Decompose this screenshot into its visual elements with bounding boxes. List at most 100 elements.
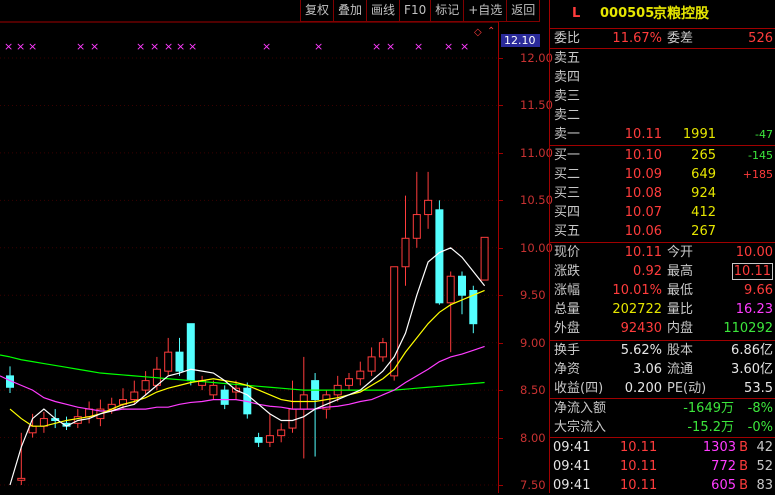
kline-svg[interactable]: × × × × × × × × × × × × × × × × × — [0, 0, 498, 493]
toolbar-button-5[interactable]: +自选 — [463, 0, 508, 22]
candle-body — [424, 199, 433, 216]
candle-body — [480, 236, 489, 281]
quote-row: 涨幅 10.01% 最低 9.66 — [550, 281, 775, 300]
toolbar-button-3[interactable]: F10 — [399, 0, 432, 22]
sell-change: -47 — [755, 128, 773, 141]
buy-change: +185 — [742, 168, 773, 181]
finance-value-2: 53.5 — [744, 381, 773, 396]
toolbar-button-1[interactable]: 叠加 — [333, 0, 368, 22]
up-arrow-icon[interactable]: ⌃ — [487, 26, 495, 37]
quote-value-2: 10.11 — [731, 263, 773, 280]
candle-body — [164, 351, 173, 372]
price-tick: 8.50 — [520, 383, 546, 398]
sell-row: 卖四 — [550, 68, 775, 87]
quote-label: 总量 — [554, 302, 581, 317]
toolbar-button-2[interactable]: 画线 — [366, 0, 401, 22]
tick-time: 09:41 — [553, 459, 591, 474]
quote-value: 10.01% — [612, 283, 662, 298]
finance-value: 5.62% — [620, 343, 662, 358]
candle-body — [277, 429, 286, 437]
finance-label-2: 流通 — [667, 362, 694, 377]
candle-body — [265, 435, 274, 443]
quote-label-2: 最低 — [667, 283, 694, 298]
quote-label-2: 今开 — [667, 245, 694, 260]
candle-body — [288, 408, 297, 429]
event-marker-icon: × — [164, 40, 173, 53]
quote-value-2: 10.00 — [735, 245, 773, 260]
finance-label-2: PE(动) — [667, 381, 707, 396]
quote-label: 现价 — [554, 245, 581, 260]
flow-label: 净流入额 — [554, 401, 607, 416]
quote-row: 涨跌 0.92 最高 10.11 — [550, 262, 775, 281]
price-tick: 12.00 — [520, 51, 553, 65]
toolbar-button-6[interactable]: 返回 — [506, 0, 541, 22]
quote-value: 202722 — [612, 302, 662, 317]
buy-volume: 649 — [691, 167, 716, 182]
tick-flag: B — [739, 440, 748, 455]
flow-percent: -8% — [747, 401, 773, 416]
event-marker-icon: × — [136, 40, 145, 53]
tick-price: 10.11 — [620, 440, 658, 455]
tick-volume: 605 — [711, 478, 736, 493]
finance-value: 0.200 — [624, 381, 662, 396]
buy-label: 买四 — [554, 205, 581, 220]
price-tick: 10.00 — [520, 240, 553, 255]
candle-body — [17, 477, 26, 481]
candle-body — [435, 209, 444, 304]
buy-price: 10.07 — [624, 205, 662, 220]
quote-label: 涨幅 — [554, 283, 581, 298]
event-marker-icon: × — [414, 40, 423, 53]
sell-label: 卖四 — [554, 70, 581, 85]
tick-volume: 1303 — [702, 440, 736, 455]
buy-price: 10.10 — [624, 148, 662, 163]
finance-row: 净资 3.06 流通 3.60亿 — [550, 360, 775, 379]
price-axis: 12.00 11.50 11.00 10.50 10.00 9.50 9.00 8.50 8.0… — [498, 22, 553, 493]
candle-body — [458, 275, 466, 296]
flow-value: -15.2万 — [687, 420, 734, 435]
buy-label: 买二 — [554, 167, 581, 182]
candle-body — [141, 380, 150, 391]
wei-bi-value: 11.67% — [612, 31, 662, 46]
sell-label: 卖三 — [554, 89, 581, 104]
buy-label: 买一 — [554, 148, 581, 163]
buy-price: 10.09 — [624, 167, 662, 182]
finance-value: 3.06 — [633, 362, 662, 377]
wei-cha-value: 526 — [748, 31, 773, 46]
event-marker-icon: × — [150, 40, 159, 53]
quote-label: 外盘 — [554, 321, 581, 336]
tick-mark — [499, 247, 503, 249]
tick-price: 10.11 — [620, 478, 658, 493]
buy-row: 买四 10.07 412 — [550, 203, 775, 222]
candle-body — [220, 389, 229, 405]
buy-row: 买二 10.09 649 +185 — [550, 165, 775, 184]
buy-volume: 924 — [691, 186, 716, 201]
tick-mark — [499, 485, 503, 486]
candle-body — [186, 323, 195, 382]
tick-flag: B — [739, 459, 748, 474]
price-tick: 8.00 — [520, 430, 546, 445]
tick-count: 83 — [756, 478, 773, 493]
candle-body — [254, 437, 263, 443]
quote-label: 涨跌 — [554, 264, 581, 279]
finance-row: 收益(四) 0.200 PE(动) 53.5 — [550, 379, 775, 398]
sell-volume: 1991 — [682, 127, 716, 142]
candle-body — [412, 214, 421, 239]
toolbar-button-0[interactable]: 复权 — [300, 0, 335, 22]
buy-row: 买三 10.08 924 — [550, 184, 775, 203]
chart-toolbar: 复权 叠加 画线 F10 标记 +自选 返回 — [300, 0, 541, 22]
sell-row: 卖三 — [550, 87, 775, 106]
wei-cha-label: 委差 — [667, 31, 694, 46]
toolbar-button-4[interactable]: 标记 — [430, 0, 465, 22]
quote-value-2: 9.66 — [744, 283, 773, 298]
candle-body — [367, 356, 376, 372]
candle-body — [378, 342, 387, 358]
quote-row: 现价 10.11 今开 10.00 — [550, 243, 775, 262]
flow-percent: -0% — [747, 420, 773, 435]
finance-label: 换手 — [554, 343, 581, 358]
tick-volume: 772 — [711, 459, 736, 474]
event-marker-icon: × — [372, 40, 381, 53]
event-marker-icon: × — [28, 40, 37, 53]
quote-row: 外盘 92430 内盘 110292 — [550, 319, 775, 338]
finance-label-2: 股本 — [667, 343, 694, 358]
kline-chart[interactable]: × × × × × × × × × × × × × × × × × — [0, 0, 549, 493]
